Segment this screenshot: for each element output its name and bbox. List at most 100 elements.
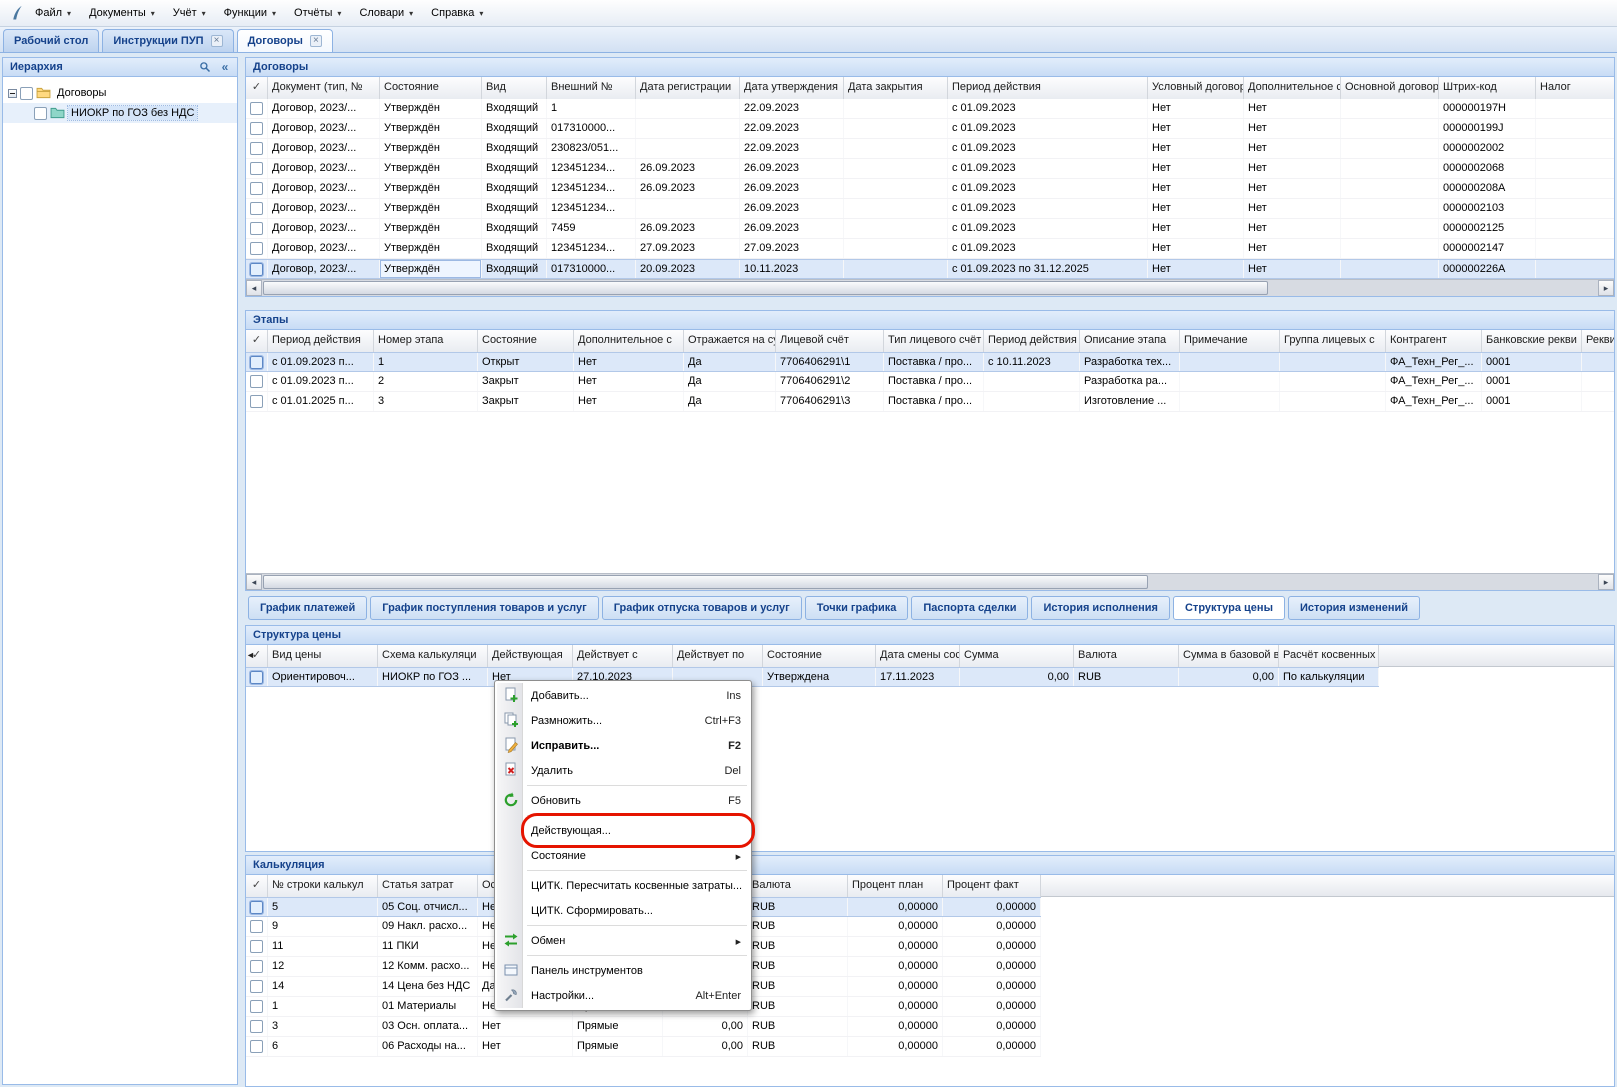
- row-checkbox[interactable]: [250, 901, 263, 914]
- menubar-item-3[interactable]: Функции: [215, 2, 285, 24]
- table-row[interactable]: Договор, 2023/...УтверждёнВходящий017310…: [246, 259, 1614, 279]
- column-header[interactable]: Банковские рекви: [1482, 330, 1582, 352]
- column-header[interactable]: Примечание: [1180, 330, 1280, 352]
- column-header[interactable]: Дата регистрации: [636, 77, 740, 99]
- contracts-hscrollbar[interactable]: [246, 279, 1614, 296]
- column-header[interactable]: Дата закрытия: [844, 77, 948, 99]
- table-row[interactable]: Договор, 2023/...УтверждёнВходящий745926…: [246, 219, 1614, 239]
- column-header[interactable]: Внешний №: [547, 77, 636, 99]
- menubar-item-1[interactable]: Документы: [80, 2, 164, 24]
- table-row[interactable]: Договор, 2023/...УтверждёнВходящий123451…: [246, 159, 1614, 179]
- column-header[interactable]: Состояние: [478, 330, 574, 352]
- table-row[interactable]: Договор, 2023/...УтверждёнВходящий017310…: [246, 119, 1614, 139]
- subtab-2[interactable]: График отпуска товаров и услуг: [602, 596, 802, 620]
- column-header[interactable]: Рекви: [1582, 330, 1614, 352]
- table-row[interactable]: с 01.09.2023 п...2ЗакрытНетДа7706406291\…: [246, 372, 1614, 392]
- column-header[interactable]: Налог: [1536, 77, 1614, 99]
- row-checkbox[interactable]: [250, 356, 263, 369]
- column-header[interactable]: ✓: [246, 77, 268, 99]
- menubar-item-6[interactable]: Справка: [422, 2, 492, 24]
- column-header[interactable]: Вид цены: [268, 645, 378, 667]
- column-header[interactable]: Описание этапа: [1080, 330, 1180, 352]
- subtab-1[interactable]: График поступления товаров и услуг: [370, 596, 598, 620]
- scroll-left-indicator-icon[interactable]: [246, 649, 255, 661]
- row-checkbox[interactable]: [250, 102, 263, 115]
- stages-hscrollbar[interactable]: [246, 573, 1614, 590]
- column-header[interactable]: Валюта: [748, 875, 848, 897]
- table-row[interactable]: с 01.09.2023 п...1ОткрытНетДа7706406291\…: [246, 352, 1614, 372]
- row-checkbox[interactable]: [250, 122, 263, 135]
- column-header[interactable]: Действующая: [488, 645, 573, 667]
- tab-0[interactable]: Рабочий стол: [3, 29, 99, 52]
- column-header[interactable]: Схема калькуляци: [378, 645, 488, 667]
- column-header[interactable]: Номер этапа: [374, 330, 478, 352]
- scroll-right-button[interactable]: [1598, 574, 1614, 590]
- context-menu-item-2[interactable]: Исправить...F2: [497, 733, 749, 758]
- column-header[interactable]: Расчёт косвенных: [1279, 645, 1379, 667]
- row-checkbox[interactable]: [250, 242, 263, 255]
- column-header[interactable]: ✓: [246, 875, 268, 897]
- row-checkbox[interactable]: [250, 960, 263, 973]
- menubar-item-2[interactable]: Учёт: [164, 2, 215, 24]
- table-row[interactable]: 303 Осн. оплата...НетПрямые0,00RUB0,0000…: [246, 1017, 1041, 1037]
- expander-icon[interactable]: [8, 89, 17, 98]
- tab-1[interactable]: Инструкции ПУП: [102, 29, 233, 52]
- menubar-item-5[interactable]: Словари: [350, 2, 422, 24]
- table-row[interactable]: Договор, 2023/...УтверждёнВходящий123451…: [246, 179, 1614, 199]
- row-checkbox[interactable]: [250, 1040, 263, 1053]
- column-header[interactable]: Процент факт: [943, 875, 1041, 897]
- scroll-left-button[interactable]: [246, 280, 262, 296]
- row-checkbox[interactable]: [250, 222, 263, 235]
- collapse-panel-icon[interactable]: [217, 60, 233, 75]
- context-menu-item-1[interactable]: Размножить...Ctrl+F3: [497, 708, 749, 733]
- locate-icon[interactable]: [197, 60, 213, 75]
- context-menu-item-7[interactable]: ЦИТК. Пересчитать косвенные затраты...: [497, 873, 749, 898]
- table-row[interactable]: Ориентировоч...НИОКР по ГОЗ ...Нет27.10.…: [246, 667, 1379, 687]
- column-header[interactable]: Отражается на су: [684, 330, 776, 352]
- scroll-left-button[interactable]: [246, 574, 262, 590]
- scroll-thumb[interactable]: [263, 575, 1148, 589]
- row-checkbox[interactable]: [250, 671, 263, 684]
- row-checkbox[interactable]: [250, 142, 263, 155]
- menubar-item-4[interactable]: Отчёты: [285, 2, 350, 24]
- column-header[interactable]: Период действия: [268, 330, 374, 352]
- row-checkbox[interactable]: [250, 395, 263, 408]
- context-menu-item-10[interactable]: Панель инструментов: [497, 958, 749, 983]
- column-header[interactable]: Дополнительное с: [574, 330, 684, 352]
- context-menu-item-3[interactable]: УдалитьDel: [497, 758, 749, 783]
- column-header[interactable]: Валюта: [1074, 645, 1179, 667]
- column-header[interactable]: Сумма: [960, 645, 1074, 667]
- row-checkbox[interactable]: [250, 375, 263, 388]
- table-row[interactable]: Договор, 2023/...УтверждёнВходящий122.09…: [246, 99, 1614, 119]
- context-menu-item-9[interactable]: Обмен: [497, 928, 749, 953]
- table-row[interactable]: Договор, 2023/...УтверждёнВходящий230823…: [246, 139, 1614, 159]
- row-checkbox[interactable]: [250, 980, 263, 993]
- row-checkbox[interactable]: [250, 1000, 263, 1013]
- scroll-right-button[interactable]: [1598, 280, 1614, 296]
- row-checkbox[interactable]: [250, 162, 263, 175]
- subtab-7[interactable]: История изменений: [1288, 596, 1420, 620]
- column-header[interactable]: Сумма в базовой в: [1179, 645, 1279, 667]
- subtab-0[interactable]: График платежей: [248, 596, 367, 620]
- column-header[interactable]: Условный договор: [1148, 77, 1244, 99]
- tree-node-0[interactable]: Договоры: [3, 83, 237, 103]
- column-header[interactable]: Документ (тип, №: [268, 77, 380, 99]
- column-header[interactable]: Лицевой счёт: [776, 330, 884, 352]
- column-header[interactable]: Штрих-код: [1439, 77, 1536, 99]
- table-row[interactable]: Договор, 2023/...УтверждёнВходящий123451…: [246, 239, 1614, 259]
- column-header[interactable]: Вид: [482, 77, 547, 99]
- column-header[interactable]: Основной договор: [1341, 77, 1439, 99]
- tree-checkbox[interactable]: [20, 87, 33, 100]
- tree-checkbox[interactable]: [34, 107, 47, 120]
- column-header[interactable]: Действует по: [673, 645, 763, 667]
- column-header[interactable]: Дата утверждения: [740, 77, 844, 99]
- table-row[interactable]: Договор, 2023/...УтверждёнВходящий123451…: [246, 199, 1614, 219]
- context-menu-item-0[interactable]: Добавить...Ins: [497, 683, 749, 708]
- column-header[interactable]: Статья затрат: [378, 875, 478, 897]
- context-menu-item-11[interactable]: Настройки...Alt+Enter: [497, 983, 749, 1008]
- column-header[interactable]: Период действия: [948, 77, 1148, 99]
- tab-2[interactable]: Договоры: [237, 29, 333, 52]
- column-header[interactable]: № строки калькул: [268, 875, 378, 897]
- column-header[interactable]: Дата смены состо: [876, 645, 960, 667]
- tree-node-1[interactable]: НИОКР по ГОЗ без НДС: [3, 103, 237, 123]
